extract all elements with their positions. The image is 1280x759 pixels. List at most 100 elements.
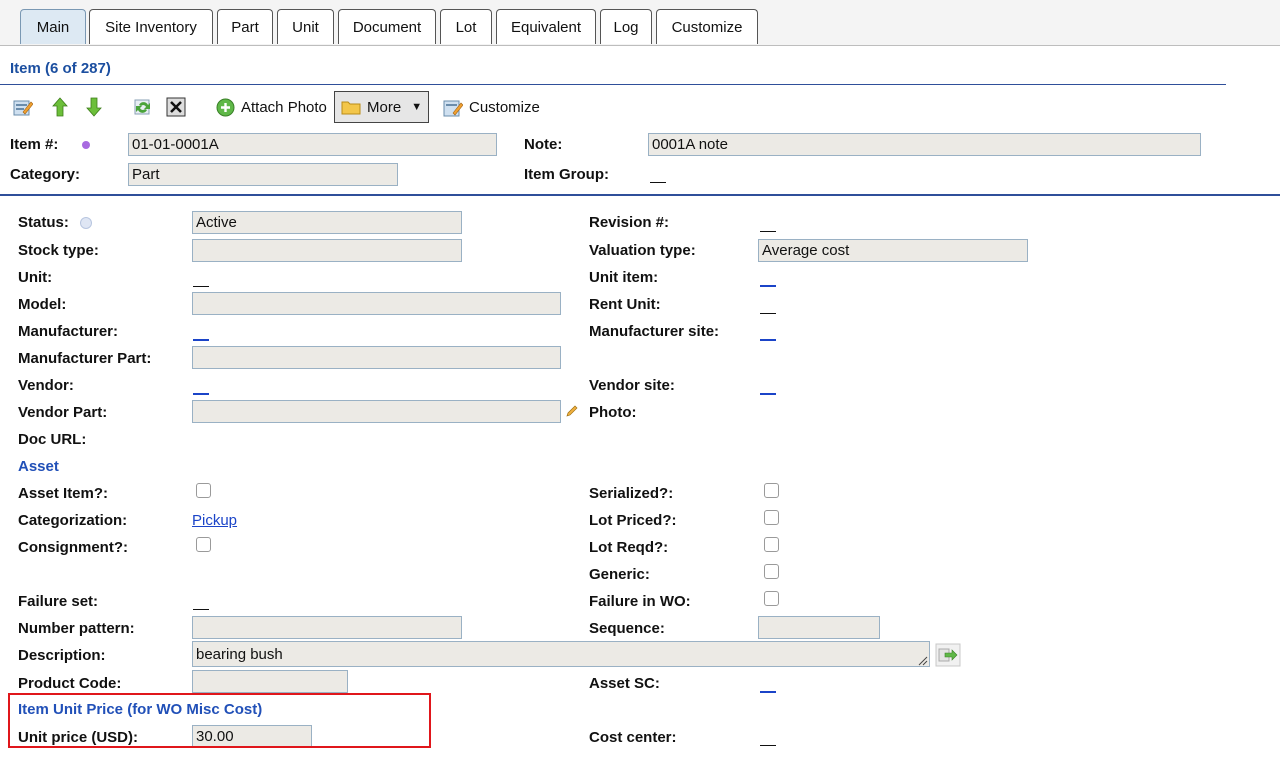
cost-center-value [760, 745, 776, 746]
vendor-link[interactable] [193, 393, 209, 395]
expand-arrow-icon[interactable] [935, 643, 961, 671]
attach-photo-label: Attach Photo [241, 99, 327, 116]
unit-label: Unit: [18, 269, 53, 286]
asset-sc-link[interactable] [760, 691, 776, 693]
failure-set-label: Failure set: [18, 593, 99, 610]
customize-button[interactable]: Customize [443, 97, 540, 118]
tab-part[interactable]: Part [217, 9, 273, 44]
divider [0, 84, 1226, 85]
product-code-label: Product Code: [18, 675, 122, 692]
folder-icon [341, 101, 361, 115]
arrow-down-icon[interactable] [84, 97, 104, 117]
tab-main[interactable]: Main [20, 9, 86, 44]
consignment-checkbox[interactable] [196, 537, 211, 552]
revision-value [760, 231, 776, 232]
lot-reqd-checkbox[interactable] [764, 537, 779, 552]
model-label: Model: [18, 296, 67, 313]
model-field[interactable] [192, 292, 561, 315]
product-code-field[interactable] [192, 670, 348, 693]
status-info-icon[interactable] [80, 217, 92, 229]
lot-reqd-label: Lot Reqd?: [589, 539, 669, 556]
item-number-field[interactable]: 01-01-0001A [128, 133, 497, 156]
generic-label: Generic: [589, 566, 650, 583]
highlight-box [8, 693, 431, 748]
status-label: Status: [18, 214, 69, 231]
valuation-type-label: Valuation type: [589, 242, 696, 259]
rent-unit-value [760, 313, 776, 314]
tab-log[interactable]: Log [600, 9, 652, 44]
serialized-checkbox[interactable] [764, 483, 779, 498]
edit-icon[interactable] [13, 97, 33, 117]
manufacturer-label: Manufacturer: [18, 323, 119, 340]
generic-checkbox[interactable] [764, 564, 779, 579]
unit-item-link[interactable] [760, 285, 776, 287]
category-field[interactable]: Part [128, 163, 398, 186]
asset-section-title: Asset [18, 458, 59, 475]
note-field[interactable]: 0001A note [648, 133, 1201, 156]
item-group-value [650, 182, 666, 183]
delete-icon[interactable] [166, 97, 186, 117]
tab-unit[interactable]: Unit [277, 9, 334, 44]
item-number-label: Item #: [10, 136, 59, 153]
valuation-type-field[interactable]: Average cost [758, 239, 1028, 262]
manufacturer-site-label: Manufacturer site: [589, 323, 720, 340]
tab-document[interactable]: Document [338, 9, 436, 44]
tab-site-inventory[interactable]: Site Inventory [89, 9, 213, 44]
tab-equivalent[interactable]: Equivalent [496, 9, 596, 44]
doc-url-label: Doc URL: [18, 431, 87, 448]
manufacturer-part-label: Manufacturer Part: [18, 350, 152, 367]
manufacturer-link[interactable] [193, 339, 209, 341]
failure-in-wo-checkbox[interactable] [764, 591, 779, 606]
lot-priced-label: Lot Priced?: [589, 512, 677, 529]
vendor-site-link[interactable] [760, 393, 776, 395]
customize-icon [443, 100, 463, 116]
page-title: Item (6 of 287) [10, 60, 111, 77]
divider [0, 194, 1280, 196]
description-label: Description: [18, 647, 106, 664]
vendor-label: Vendor: [18, 377, 74, 394]
more-label: More [367, 98, 402, 116]
add-icon [216, 98, 235, 117]
sequence-label: Sequence: [589, 620, 665, 637]
resize-handle-icon[interactable] [917, 653, 928, 670]
status-field[interactable]: Active [192, 211, 462, 234]
consignment-label: Consignment?: [18, 539, 128, 556]
lot-priced-checkbox[interactable] [764, 510, 779, 525]
category-label: Category: [10, 166, 81, 183]
asset-sc-label: Asset SC: [589, 675, 660, 692]
pencil-icon[interactable] [565, 404, 579, 422]
categorization-label: Categorization: [18, 512, 128, 529]
vendor-part-label: Vendor Part: [18, 404, 108, 421]
number-pattern-field[interactable] [192, 616, 462, 639]
more-button[interactable]: More ▼ [334, 91, 430, 123]
description-textarea[interactable]: bearing bush [192, 641, 930, 667]
unit-item-label: Unit item: [589, 269, 659, 286]
stock-type-label: Stock type: [18, 242, 99, 259]
manufacturer-site-link[interactable] [760, 339, 776, 341]
tab-lot[interactable]: Lot [440, 9, 492, 44]
number-pattern-label: Number pattern: [18, 620, 135, 637]
asset-item-label: Asset Item?: [18, 485, 109, 502]
customize-label: Customize [469, 99, 540, 116]
item-group-label: Item Group: [524, 166, 609, 183]
tab-customize[interactable]: Customize [656, 9, 758, 44]
cost-center-label: Cost center: [589, 729, 677, 746]
arrow-up-icon[interactable] [50, 97, 70, 117]
photo-label: Photo: [589, 404, 637, 421]
stock-type-field[interactable] [192, 239, 462, 262]
asset-item-checkbox[interactable] [196, 483, 211, 498]
categorization-link[interactable]: Pickup [192, 512, 237, 529]
attach-photo-button[interactable]: Attach Photo [216, 97, 327, 118]
caret-down-icon: ▼ [411, 101, 423, 113]
rent-unit-label: Rent Unit: [589, 296, 661, 313]
sequence-field[interactable] [758, 616, 880, 639]
unit-value [193, 286, 209, 287]
tab-bar: Main Site Inventory Part Unit Document L… [0, 0, 1280, 46]
manufacturer-part-field[interactable] [192, 346, 561, 369]
failure-set-value [193, 609, 209, 610]
revision-label: Revision #: [589, 214, 670, 231]
note-label: Note: [524, 136, 563, 153]
refresh-icon[interactable] [133, 97, 153, 117]
required-indicator-icon [82, 141, 90, 149]
vendor-part-field[interactable] [192, 400, 561, 423]
